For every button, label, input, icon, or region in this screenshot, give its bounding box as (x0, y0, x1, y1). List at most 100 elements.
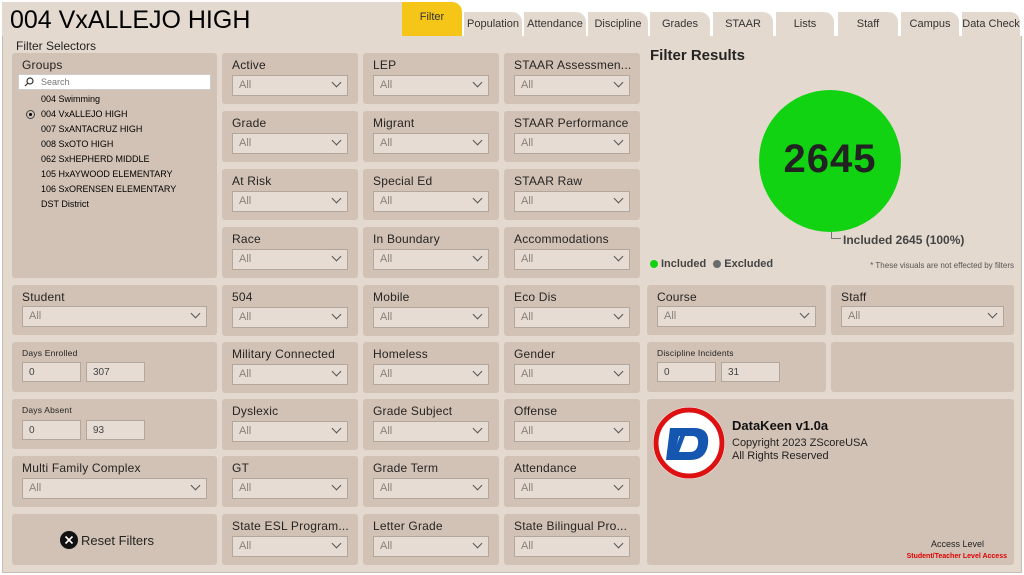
dropdown-value: All (380, 368, 393, 380)
tab-population[interactable]: Population (464, 12, 522, 36)
staar-raw-dropdown[interactable]: All (514, 191, 630, 212)
tab-lists[interactable]: Lists (776, 12, 834, 36)
days-enrolled-min[interactable]: 0 (22, 362, 81, 382)
legend-excluded-dot (713, 260, 722, 268)
header: 004 VxALLEJO HIGH (2, 2, 402, 36)
grade-term-dropdown[interactable]: All (373, 478, 489, 499)
filter-note: * These visuals are not effected by filt… (870, 261, 1014, 270)
student-label: Student (22, 290, 65, 304)
offense-dropdown[interactable]: All (514, 421, 630, 442)
dropdown-value: All (239, 137, 252, 149)
dropdown-value: All (380, 482, 393, 494)
chevron-down-icon (472, 480, 483, 491)
staff-dropdown[interactable]: All (841, 306, 1004, 327)
radio-selected-icon[interactable] (26, 110, 35, 119)
gt-dropdown[interactable]: All (232, 478, 348, 499)
accommodations-dropdown[interactable]: All (514, 249, 630, 270)
page-title: 004 VxALLEJO HIGH (10, 6, 251, 34)
filter-results-panel: Filter Results 2645 Included 2645 (100%)… (646, 40, 1020, 280)
tab-attendance[interactable]: Attendance (524, 12, 586, 36)
group-item[interactable]: 008 SxOTO HIGH (12, 137, 217, 152)
s504-dropdown[interactable]: All (232, 307, 348, 328)
active-slicer: Active All (222, 53, 358, 104)
in-boundary-dropdown[interactable]: All (373, 249, 489, 270)
grade-slicer: Grade All (222, 111, 358, 162)
student-dropdown[interactable]: All (22, 306, 207, 327)
reset-filters-button[interactable]: Reset Filters (12, 514, 217, 565)
chevron-down-icon (987, 308, 998, 319)
accommodations-slicer: Accommodations All (504, 227, 640, 278)
letter-grade-dropdown[interactable]: All (373, 536, 489, 557)
lep-dropdown[interactable]: All (373, 75, 489, 96)
dropdown-value: All (239, 311, 252, 323)
active-dropdown[interactable]: All (232, 75, 348, 96)
dropdown-value: All (380, 79, 393, 91)
grade-dropdown[interactable]: All (232, 133, 348, 154)
mobile-dropdown[interactable]: All (373, 307, 489, 328)
group-item[interactable]: 105 HxAYWOOD ELEMENTARY (12, 167, 217, 182)
gender-dropdown[interactable]: All (514, 364, 630, 385)
race-dropdown[interactable]: All (232, 249, 348, 270)
tab-discipline[interactable]: Discipline (588, 12, 648, 36)
homeless-slicer: Homeless All (363, 342, 499, 393)
course-dropdown[interactable]: All (657, 306, 816, 327)
state-esl-dropdown[interactable]: All (232, 536, 348, 557)
group-item-label: 106 SxORENSEN ELEMENTARY (41, 184, 177, 194)
group-item[interactable]: 106 SxORENSEN ELEMENTARY (12, 182, 217, 197)
dropdown-value: All (239, 482, 252, 494)
days-absent-min[interactable]: 0 (22, 420, 81, 440)
state-esl-label: State ESL Program... (232, 519, 349, 533)
at-risk-dropdown[interactable]: All (232, 191, 348, 212)
grade-subject-dropdown[interactable]: All (373, 421, 489, 442)
s504-slicer: 504 All (222, 285, 358, 336)
dropdown-value: All (521, 368, 534, 380)
search-input[interactable] (41, 76, 201, 88)
group-item[interactable]: 007 SxANTACRUZ HIGH (12, 122, 217, 137)
migrant-dropdown[interactable]: All (373, 133, 489, 154)
group-item[interactable]: DST District (12, 197, 217, 212)
tab-data-check[interactable]: Data Check (962, 12, 1020, 36)
special-ed-dropdown[interactable]: All (373, 191, 489, 212)
dropdown-value: All (29, 482, 42, 494)
lep-slicer: LEP All (363, 53, 499, 104)
course-label: Course (657, 290, 697, 304)
tab-grades[interactable]: Grades (650, 12, 710, 36)
eco-dis-dropdown[interactable]: All (514, 307, 630, 328)
military-dropdown[interactable]: All (232, 364, 348, 385)
discipline-incidents-label: Discipline Incidents (657, 348, 734, 358)
group-item[interactable]: 004 Swimming (12, 92, 217, 107)
days-enrolled-max[interactable]: 307 (86, 362, 145, 382)
discipline-incidents-min[interactable]: 0 (657, 362, 716, 382)
tab-filter[interactable]: Filter (402, 2, 462, 36)
staar-perf-dropdown[interactable]: All (514, 133, 630, 154)
chevron-down-icon (472, 538, 483, 549)
tab-staar[interactable]: STAAR (713, 12, 773, 36)
chevron-down-icon (799, 308, 810, 319)
search-box[interactable] (18, 74, 211, 90)
group-item[interactable]: 062 SxHEPHERD MIDDLE (12, 152, 217, 167)
offense-label: Offense (514, 404, 558, 418)
dyslexic-dropdown[interactable]: All (232, 421, 348, 442)
multi-family-dropdown[interactable]: All (22, 478, 207, 499)
s504-label: 504 (232, 290, 253, 304)
days-enrolled-slicer: Days Enrolled 0 307 (12, 342, 217, 392)
chevron-down-icon (331, 538, 342, 549)
grade-term-slicer: Grade Term All (363, 456, 499, 507)
dropdown-value: All (239, 540, 252, 552)
discipline-incidents-max[interactable]: 31 (721, 362, 780, 382)
grade-subject-slicer: Grade Subject All (363, 399, 499, 450)
homeless-dropdown[interactable]: All (373, 364, 489, 385)
staff-label: Staff (841, 290, 867, 304)
state-bilingual-dropdown[interactable]: All (514, 536, 630, 557)
race-slicer: Race All (222, 227, 358, 278)
special-ed-slicer: Special Ed All (363, 169, 499, 220)
dropdown-value: All (380, 425, 393, 437)
group-item[interactable]: 004 VxALLEJO HIGH (12, 107, 217, 122)
group-item-label: 004 Swimming (41, 94, 101, 104)
group-item-label: DST District (41, 199, 89, 209)
attendance-dropdown[interactable]: All (514, 478, 630, 499)
days-absent-max[interactable]: 93 (86, 420, 145, 440)
staar-assess-dropdown[interactable]: All (514, 75, 630, 96)
tab-campus[interactable]: Campus (901, 12, 959, 36)
tab-staff[interactable]: Staff (838, 12, 898, 36)
